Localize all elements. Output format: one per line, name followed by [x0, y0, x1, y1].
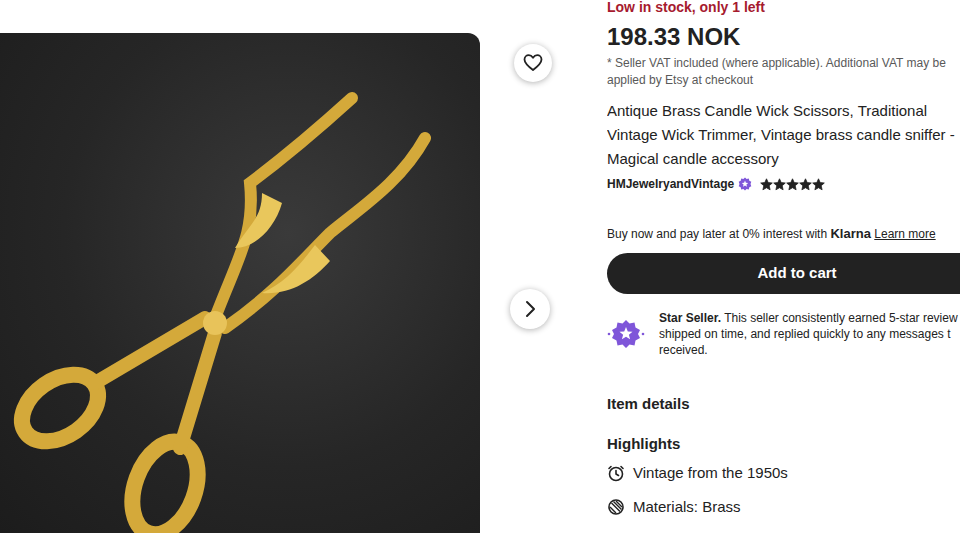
klarna-note: Buy now and pay later at 0% interest wit…: [607, 225, 960, 243]
title-line: Antique Brass Candle Wick Scissors, Trad…: [607, 99, 960, 123]
star-seller-text: Star Seller. This seller consistently ea…: [645, 310, 958, 358]
klarna-logo: Klarna: [830, 226, 870, 241]
star-seller-label: Star Seller.: [659, 311, 721, 325]
highlight-text: Materials: Brass: [633, 496, 741, 518]
listing-title: Antique Brass Candle Wick Scissors, Trad…: [607, 99, 960, 171]
clock-icon: [607, 464, 625, 482]
highlight-text: Vintage from the 1950s: [633, 462, 788, 484]
star-seller-badge-icon: [738, 177, 752, 191]
seller-row: HMJewelryandVintage: [607, 174, 960, 194]
seller-link[interactable]: HMJewelryandVintage: [607, 174, 734, 194]
price: 198.33 NOK: [607, 23, 960, 51]
heart-icon: [523, 53, 543, 73]
product-photo[interactable]: [0, 33, 480, 533]
star-icon: [799, 178, 812, 191]
chevron-right-icon: [520, 299, 540, 319]
add-to-cart-button[interactable]: Add to cart: [607, 253, 960, 294]
klarna-text: Buy now and pay later at 0% interest wit…: [607, 227, 827, 241]
star-icon: [812, 178, 825, 191]
materials-icon: [607, 498, 625, 516]
star-icon: [760, 178, 773, 191]
title-line: Magical candle accessory: [607, 147, 960, 171]
page: Low in stock, only 1 left 198.33 NOK * Sel…: [0, 0, 960, 533]
listing-info: Low in stock, only 1 left 198.33 NOK * Sel…: [607, 0, 960, 533]
star-seller-icon: [607, 319, 645, 349]
vat-note: * Seller VAT included (where applicable)…: [607, 55, 960, 89]
scissors-photo: [0, 33, 480, 533]
photo-controls: [480, 0, 607, 533]
highlight-item: Vintage from the 1950s: [607, 462, 960, 484]
title-line: Vintage Wick Trimmer, Vintage brass cand…: [607, 123, 960, 147]
photo-column: [0, 0, 480, 533]
star-icon: [786, 178, 799, 191]
item-details-heading[interactable]: Item details: [607, 394, 960, 414]
star-seller-line: received.: [659, 342, 958, 358]
star-seller-line: shipped on time, and replied quickly to …: [659, 326, 958, 342]
vat-note-line: * Seller VAT included (where applicable)…: [607, 55, 960, 72]
learn-more-link[interactable]: Learn more: [874, 227, 935, 241]
star-seller-line: Star Seller. This seller consistently ea…: [659, 310, 958, 326]
next-image-button[interactable]: [510, 289, 550, 329]
highlight-item: Materials: Brass: [607, 496, 960, 518]
rating-stars: [760, 178, 825, 191]
star-seller-line-text: received.: [659, 343, 708, 357]
star-seller-line-text: This seller consistently earned 5-star r…: [724, 311, 957, 325]
highlights-heading: Highlights: [607, 434, 960, 454]
stock-notice: Low in stock, only 1 left: [607, 0, 960, 15]
favorite-button[interactable]: [514, 44, 552, 82]
star-seller-info: Star Seller. This seller consistently ea…: [607, 310, 960, 358]
star-seller-line-text: shipped on time, and replied quickly to …: [659, 327, 951, 341]
vat-note-line: applied by Etsy at checkout: [607, 72, 960, 89]
star-icon: [773, 178, 786, 191]
